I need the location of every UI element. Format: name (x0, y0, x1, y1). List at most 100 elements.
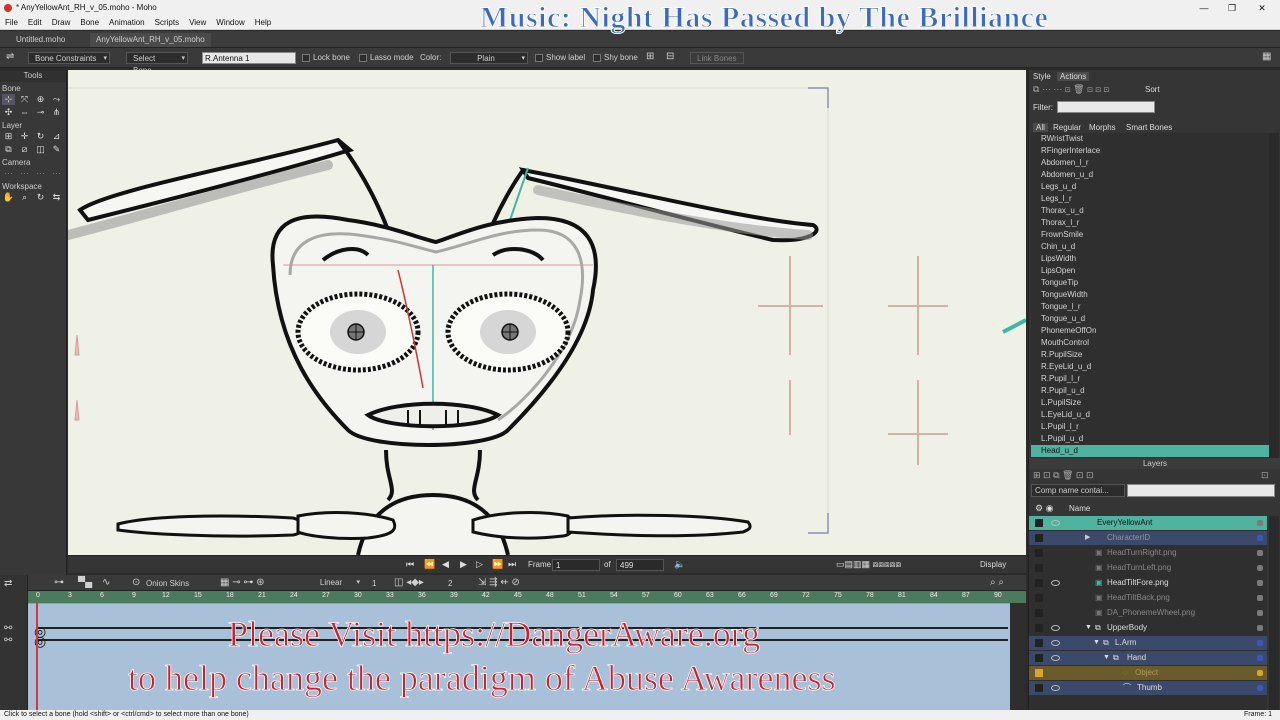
filter-tab-smart-bones[interactable]: Smart Bones (1126, 123, 1172, 132)
action-item[interactable]: Tongue_u_d (1031, 313, 1269, 325)
menu-scripts[interactable]: Scripts (150, 16, 184, 30)
menu-view[interactable]: View (184, 16, 211, 30)
play-button[interactable]: ▶ (460, 559, 467, 570)
timeline-ruler[interactable]: 0 3 6 9 12 15 18 21 24 27 30 33 36 39 42… (28, 591, 1026, 603)
translate-layer-tool-icon[interactable]: ✛ (18, 131, 31, 142)
action-item[interactable]: Abdomen_l_r (1031, 157, 1269, 169)
action-tool-icons[interactable]: ⧉ ⋯ ⋯ ⊡ 🗑 ⊡ ⊡ ⊡ (1033, 84, 1109, 95)
camera-roll-tool-icon[interactable]: ⋯ (34, 168, 47, 179)
layer-select-box[interactable] (1035, 609, 1043, 617)
action-item-selected[interactable]: Head_u_d (1031, 445, 1269, 457)
action-item[interactable]: Tongue_l_r (1031, 301, 1269, 313)
action-item[interactable]: LipsOpen (1031, 265, 1269, 277)
layer-select-box[interactable] (1035, 594, 1043, 602)
timeline-zoom-icons[interactable]: ⌕ ⌕ (990, 577, 1004, 589)
scale-layer-tool-icon[interactable]: ⊿ (50, 131, 63, 142)
action-item[interactable]: Thorax_l_r (1031, 217, 1269, 229)
collapse-arrow-icon[interactable]: ▼ (1093, 636, 1100, 650)
left-antenna[interactable] (77, 137, 355, 223)
lasso-mode-checkbox[interactable] (359, 54, 367, 62)
link-bones-button[interactable]: Link Bones (690, 52, 744, 64)
layer-row[interactable]: ▣ HeadTiltBack.png (1029, 591, 1267, 605)
camera-zoom-tool-icon[interactable]: ⋯ (18, 168, 31, 179)
layer-select-box[interactable] (1035, 564, 1043, 572)
reparent-bone-tool-icon[interactable]: ⤳ (50, 94, 63, 105)
layer-row[interactable]: ▼ ⧉ UpperBody (1029, 621, 1267, 635)
collapse-arrow-icon[interactable]: ▼ (1103, 651, 1110, 665)
eyedropper-tool-icon[interactable]: ✎ (50, 144, 63, 155)
layer-row[interactable]: ▣ HeadTurnLeft.png (1029, 561, 1267, 575)
eye-icon[interactable] (1051, 625, 1060, 631)
layer-filter-dropdown[interactable]: Comp name contai... (1031, 484, 1125, 497)
bone-channel-icon[interactable]: ⚯ (4, 623, 12, 634)
eye-icon[interactable] (1051, 685, 1060, 691)
right-upper-arm[interactable] (471, 511, 575, 540)
bone-constraints-dropdown[interactable]: Bone Constraints (28, 52, 110, 65)
timeline-mode-icon[interactable]: ⊶ (54, 577, 64, 589)
motion-graph-icon[interactable]: ▀▄ (78, 577, 92, 589)
camera-track-tool-icon[interactable]: ⋯ (2, 168, 15, 179)
menu-help[interactable]: Help (250, 16, 276, 30)
minimize-button[interactable]: — (1190, 0, 1218, 16)
action-item[interactable]: R.Pupil_u_d (1031, 385, 1269, 397)
eye-icon[interactable] (1051, 520, 1060, 526)
action-item[interactable]: L.Pupil_l_r (1031, 421, 1269, 433)
layer-row[interactable]: EveryYellowAnt (1029, 516, 1267, 530)
action-item[interactable]: RWristTwist (1031, 133, 1269, 145)
panel-toggle-icon[interactable]: ▦ (1262, 51, 1271, 63)
layer-select-box[interactable] (1035, 639, 1043, 647)
layer-select-box[interactable] (1035, 534, 1043, 542)
action-item[interactable]: FrownSmile (1031, 229, 1269, 241)
filter-tab-morphs[interactable]: Morphs (1089, 123, 1116, 132)
menu-edit[interactable]: Edit (23, 16, 47, 30)
layer-filter-input[interactable] (1127, 484, 1275, 497)
layer-select-box[interactable] (1035, 684, 1043, 692)
bone-strength-tool-icon[interactable]: ✣ (2, 107, 15, 118)
timeline-channels-icon[interactable]: ⇄ (4, 578, 12, 589)
maximize-button[interactable]: ❐ (1218, 0, 1246, 16)
eye-icon[interactable] (1051, 640, 1060, 646)
left-arm[interactable] (116, 514, 306, 538)
menu-draw[interactable]: Draw (47, 16, 76, 30)
bind-points-tool-icon[interactable]: ⋔ (50, 107, 63, 118)
action-item[interactable]: Abdomen_u_d (1031, 169, 1269, 181)
action-item[interactable]: LipsWidth (1031, 253, 1269, 265)
layer-select-box[interactable] (1035, 519, 1043, 527)
tab-style[interactable]: Style (1033, 72, 1051, 81)
layer-tool-icons[interactable]: ⊞ ⊡ ⧉ 🗑 ⊡ ⊡ (1033, 470, 1094, 481)
orbit-workspace-tool-icon[interactable]: ⇆ (50, 192, 63, 203)
filter-input[interactable] (1057, 101, 1155, 113)
action-item[interactable]: Legs_u_d (1031, 181, 1269, 193)
layer-row[interactable]: ▣ HeadTurnRight.png (1029, 546, 1267, 560)
filter-tab-all[interactable]: All (1033, 123, 1048, 132)
keyframe-tools-icons[interactable]: ▦ ⊸ ⊶ ⊛ (220, 577, 265, 589)
step-forward-key-button[interactable]: ⏩ (492, 559, 503, 570)
action-item[interactable]: R.Pupil_l_r (1031, 373, 1269, 385)
select-bone-tool-icon[interactable]: ⊹ (2, 94, 15, 105)
shear-layer-tool-icon[interactable]: ⧄ (18, 144, 31, 155)
layer-select-box[interactable] (1035, 579, 1043, 587)
action-item[interactable]: Thorax_u_d (1031, 205, 1269, 217)
key-nav-icons[interactable]: ◫ ◂◆▸ (394, 577, 424, 589)
playhead[interactable] (36, 603, 38, 710)
switch-layer-tool-icon[interactable]: ◫ (34, 144, 47, 155)
interpolation-dropdown[interactable]: Linear (306, 577, 362, 589)
rewind-button[interactable]: ⏮ (406, 559, 414, 570)
step-back-key-button[interactable]: ⏪ (424, 559, 435, 570)
action-item[interactable]: Legs_l_r (1031, 193, 1269, 205)
ant-neck[interactable] (384, 449, 482, 502)
rotate-layer-tool-icon[interactable]: ↻ (34, 131, 47, 142)
layer-row[interactable]: ▶ CharacterID (1029, 531, 1267, 545)
camera-pan-tool-icon[interactable]: ⋯ (50, 168, 63, 179)
action-item[interactable]: R.EyeLid_u_d (1031, 361, 1269, 373)
tab-anyyellowant[interactable]: AnyYellowAnt_RH_v_05.moho (90, 33, 211, 47)
layer-select-box[interactable] (1035, 669, 1043, 677)
action-item[interactable]: L.Pupil_u_d (1031, 433, 1269, 445)
menu-bone[interactable]: Bone (75, 16, 104, 30)
bone-link-icon[interactable]: ⊞ (646, 51, 654, 63)
tab-actions[interactable]: Actions (1057, 72, 1090, 81)
select-bone-dropdown[interactable]: Select Bone (126, 52, 188, 75)
add-bone-tool-icon[interactable]: ⊕ (34, 94, 47, 105)
onion-skins-icon[interactable]: ⊙ (132, 577, 140, 589)
layer-row[interactable]: ▼ ⧉ Hand (1029, 651, 1267, 665)
